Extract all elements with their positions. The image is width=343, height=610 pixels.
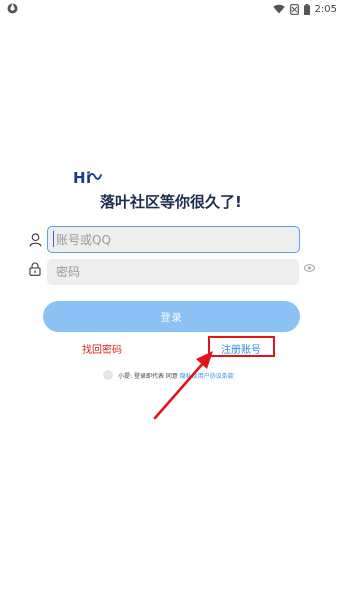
status-icons: 2:05 [272, 2, 337, 16]
text-cursor [53, 231, 54, 247]
login-button[interactable]: 登录 [43, 301, 300, 332]
user-icon [29, 233, 42, 247]
lock-icon [29, 262, 41, 276]
app-icon [7, 3, 18, 14]
password-input[interactable] [47, 259, 299, 285]
wifi-icon [272, 4, 285, 14]
welcome-headline: 落叶社区等你很久了! [100, 193, 242, 211]
status-bar: 2:05 [0, 0, 343, 18]
agreement-prefix: 小提: [118, 373, 133, 380]
forgot-password-link[interactable]: 找回密码 [82, 341, 122, 356]
annotation-arrow-icon [153, 351, 213, 420]
show-password-icon[interactable] [304, 264, 315, 272]
logo-wave-icon [88, 173, 102, 180]
agreement-checkbox[interactable] [103, 370, 113, 380]
register-link[interactable]: 注册账号 [221, 341, 261, 356]
account-input[interactable] [47, 226, 300, 253]
status-time: 2:05 [314, 3, 337, 15]
no-sim-icon [289, 3, 299, 15]
battery-icon [303, 3, 310, 15]
